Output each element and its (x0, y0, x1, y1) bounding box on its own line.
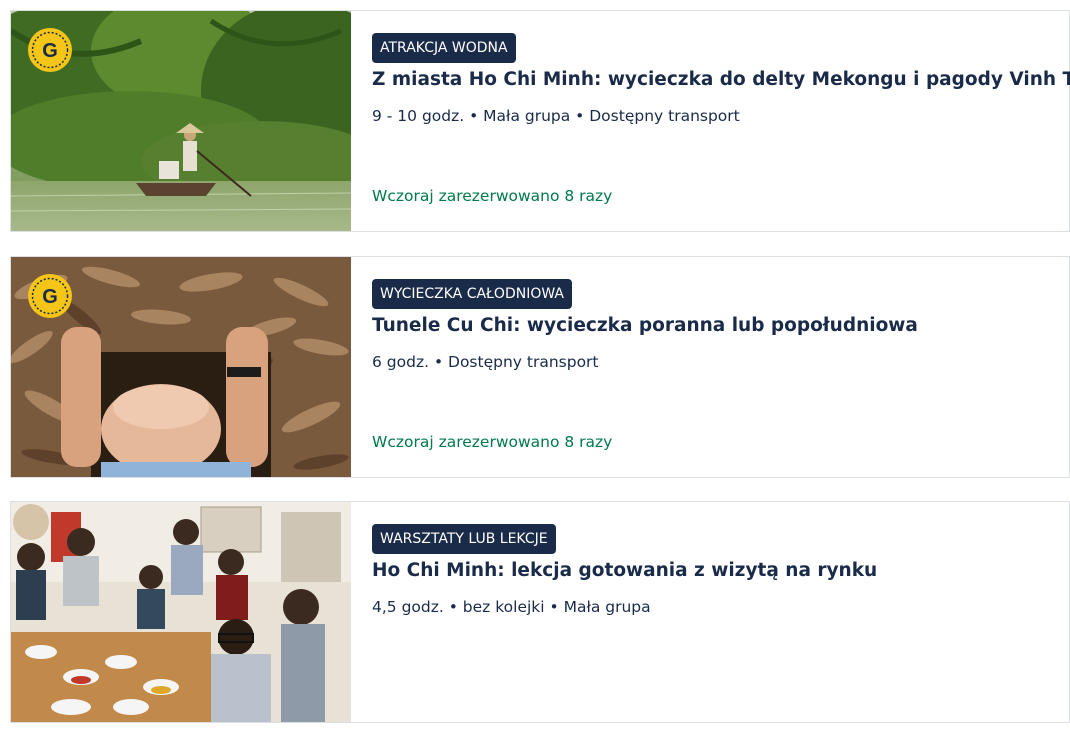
booked-yesterday-text: Wczoraj zarezerwowano 8 razy (372, 187, 613, 205)
activity-image-cooking-class[interactable] (11, 502, 351, 722)
g-coin-icon: G (28, 274, 72, 318)
activity-card-mekong[interactable]: G ATRAKCJA WODNA Z miasta Ho Chi Minh: w… (10, 10, 1070, 232)
g-coin-icon: G (28, 28, 72, 72)
activity-title[interactable]: Tunele Cu Chi: wycieczka poranna lub pop… (372, 315, 918, 336)
category-tag: WYCIECZKA CAŁODNIOWA (372, 279, 573, 309)
activity-image-cu-chi[interactable]: G (11, 257, 351, 477)
svg-text:G: G (42, 40, 58, 62)
activity-details: ATRAKCJA WODNA Z miasta Ho Chi Minh: wyc… (372, 11, 1070, 231)
activity-card-cooking-class[interactable]: WARSZTATY LUB LEKCJE Ho Chi Minh: lekcja… (10, 501, 1070, 723)
booked-yesterday-text: Wczoraj zarezerwowano 8 razy (372, 433, 613, 451)
activity-list: G ATRAKCJA WODNA Z miasta Ho Chi Minh: w… (0, 0, 1070, 740)
category-tag: WARSZTATY LUB LEKCJE (372, 524, 556, 554)
activity-title[interactable]: Z miasta Ho Chi Minh: wycieczka do delty… (372, 69, 1070, 90)
svg-text:G: G (42, 286, 58, 308)
activity-card-cu-chi[interactable]: G WYCIECZKA CAŁODNIOWA Tunele Cu Chi: wy… (10, 256, 1070, 478)
activity-details: WYCIECZKA CAŁODNIOWA Tunele Cu Chi: wyci… (372, 257, 1059, 477)
activity-image-mekong[interactable]: G (11, 11, 351, 231)
category-tag: ATRAKCJA WODNA (372, 33, 516, 63)
activity-meta: 9 - 10 godz. • Mała grupa • Dostępny tra… (372, 107, 740, 125)
activity-title[interactable]: Ho Chi Minh: lekcja gotowania z wizytą n… (372, 560, 877, 581)
activity-meta: 6 godz. • Dostępny transport (372, 353, 599, 371)
activity-meta: 4,5 godz. • bez kolejki • Mała grupa (372, 598, 651, 616)
activity-details: WARSZTATY LUB LEKCJE Ho Chi Minh: lekcja… (372, 502, 1059, 722)
